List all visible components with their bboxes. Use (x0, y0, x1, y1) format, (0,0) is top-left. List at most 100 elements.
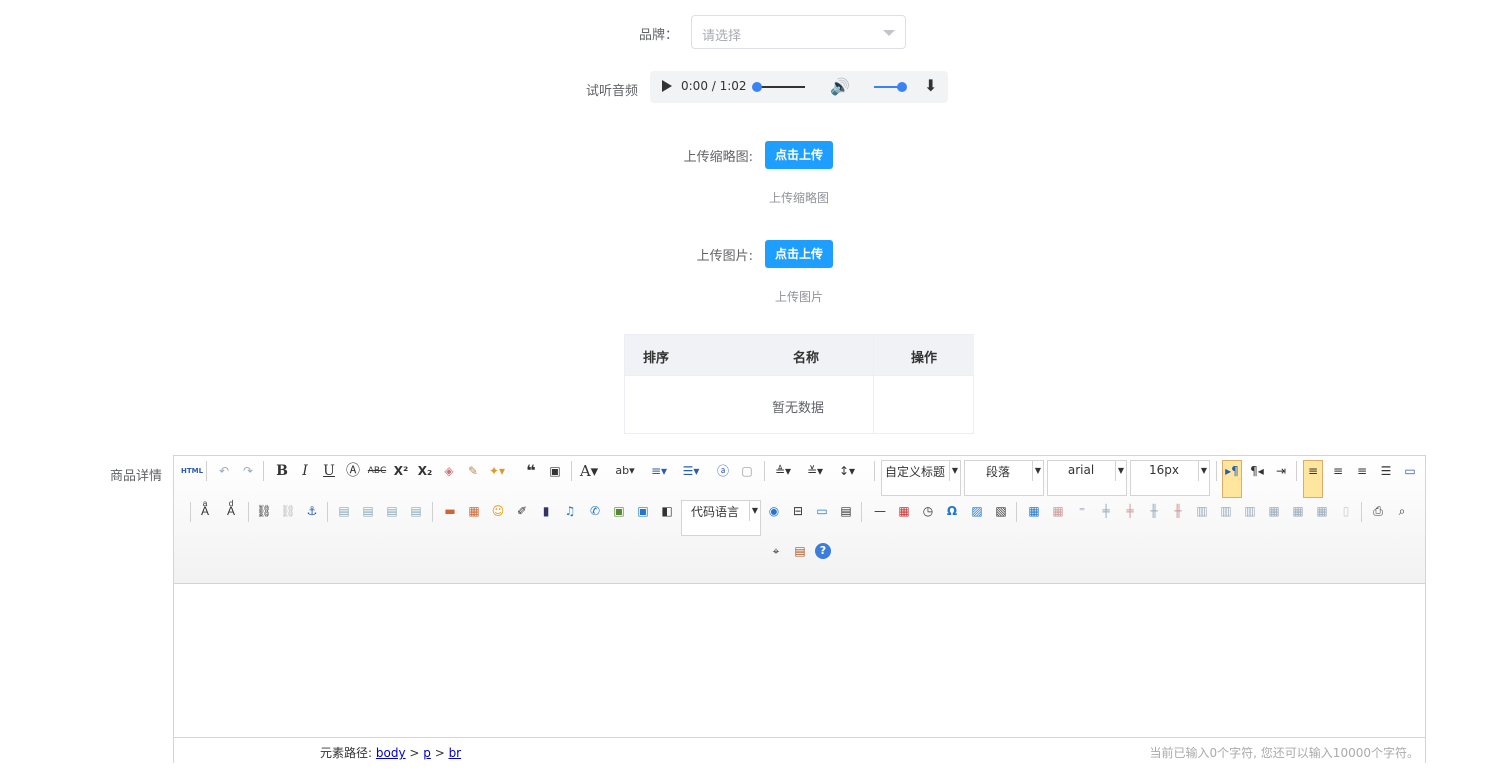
path-body-link[interactable]: body (376, 746, 406, 760)
align-center-icon[interactable]: ≡ (1328, 461, 1348, 481)
chevron-down-icon[interactable]: ▼ (749, 501, 760, 521)
merge-right-icon[interactable]: ▥ (1216, 501, 1236, 521)
upload-thumb-button[interactable]: 点击上传 (765, 141, 833, 169)
snapscreen-icon[interactable]: ▧ (991, 501, 1011, 521)
italic-icon[interactable]: I (295, 461, 315, 481)
page-break-icon[interactable]: ⊟ (788, 501, 808, 521)
split-to-cols-icon[interactable]: ▦ (1312, 501, 1332, 521)
eraser-icon[interactable]: ◈ (439, 461, 459, 481)
image-float-none-icon[interactable]: ▤ (334, 501, 354, 521)
delete-col-icon[interactable]: ╫ (1168, 501, 1188, 521)
char-spacing-up-icon[interactable]: Aͣ (195, 501, 215, 521)
chevron-down-icon[interactable]: ▼ (1032, 461, 1043, 481)
superscript-icon[interactable]: X² (391, 461, 411, 481)
select-all-icon[interactable]: ⓐ (713, 461, 733, 481)
insert-paragraph-before-table-icon[interactable]: ⁼ (1072, 501, 1092, 521)
clear-doc-icon[interactable]: ▢ (737, 461, 757, 481)
insert-frame-icon[interactable]: ◧ (657, 501, 677, 521)
underline-icon[interactable]: U (319, 461, 339, 481)
help-icon[interactable]: ? (815, 543, 831, 559)
line-height-icon[interactable]: ↕▾ (837, 461, 857, 481)
align-left-icon[interactable]: ≡ (1303, 460, 1323, 498)
volume-knob[interactable] (897, 82, 907, 92)
insert-col-icon[interactable]: ╫ (1144, 501, 1164, 521)
chevron-down-icon[interactable]: ▼ (1198, 461, 1209, 481)
audio-progress-slider[interactable] (752, 82, 805, 92)
scrawl-icon[interactable]: ✐ (512, 501, 532, 521)
image-center-icon[interactable]: ▤ (406, 501, 426, 521)
split-to-rows-icon[interactable]: ▦ (1288, 501, 1308, 521)
chevron-down-icon[interactable] (883, 30, 895, 36)
path-br-link[interactable]: br (449, 746, 462, 760)
download-icon[interactable]: ⬇ (924, 76, 937, 95)
web-app-icon[interactable]: ◉ (764, 501, 784, 521)
play-icon[interactable] (662, 80, 672, 92)
path-p-link[interactable]: p (423, 746, 431, 760)
align-justify-icon[interactable]: ☰ (1376, 461, 1396, 481)
rtl-icon[interactable]: ¶◂ (1247, 461, 1267, 481)
fullscreen-icon[interactable]: ▭ (1400, 461, 1420, 481)
ltr-icon[interactable]: ▸¶ (1222, 460, 1242, 498)
font-color-icon[interactable]: A▾ (579, 461, 599, 481)
split-to-cells-icon[interactable]: ▦ (1264, 501, 1284, 521)
paste-plain-icon[interactable]: ▣ (545, 461, 565, 481)
undo-icon[interactable]: ↶ (214, 461, 234, 481)
print-icon[interactable]: ⎙ (1368, 501, 1388, 521)
chevron-down-icon[interactable]: ▼ (1115, 461, 1126, 481)
simple-image-icon[interactable]: ▬ (440, 501, 460, 521)
redo-icon[interactable]: ↷ (238, 461, 258, 481)
emotion-icon[interactable]: ☺ (488, 501, 508, 521)
template-icon[interactable]: ▭ (812, 501, 832, 521)
unordered-list-icon[interactable]: ☰▾ (681, 461, 701, 481)
chart-icon[interactable]: ▯ (1336, 501, 1356, 521)
horizontal-line-icon[interactable]: — (870, 501, 890, 521)
unlink-icon[interactable]: ⛓ (278, 501, 298, 521)
align-right-icon[interactable]: ≡ (1352, 461, 1372, 481)
format-brush-icon[interactable]: ✎ (463, 461, 483, 481)
paragraph-select[interactable]: 段落 ▼ (964, 460, 1044, 496)
ordered-list-icon[interactable]: ≡▾ (649, 461, 669, 481)
quote-icon[interactable]: ❝ (521, 461, 541, 481)
time-icon[interactable]: ◷ (918, 501, 938, 521)
char-spacing-down-icon[interactable]: Aͩ (221, 501, 241, 521)
delete-table-icon[interactable]: ▦ (1048, 501, 1068, 521)
audio-player[interactable]: 0:00 / 1:02 🔊 ⬇ (650, 71, 948, 103)
merge-down-icon[interactable]: ▥ (1240, 501, 1260, 521)
special-chars-icon[interactable]: Ω (942, 501, 962, 521)
code-language-select[interactable]: 代码语言 ▼ (681, 500, 761, 536)
music-icon[interactable]: ♫ (560, 501, 580, 521)
subscript-icon[interactable]: X₂ (415, 461, 435, 481)
volume-icon[interactable]: 🔊 (830, 77, 850, 96)
progress-knob[interactable] (752, 82, 762, 92)
auto-format-icon[interactable]: ✦▾ (487, 461, 507, 481)
delete-row-icon[interactable]: ╪ (1120, 501, 1140, 521)
volume-slider[interactable] (874, 82, 907, 92)
row-spacing-top-icon[interactable]: ≜▾ (773, 461, 793, 481)
merge-cells-icon[interactable]: ▥ (1192, 501, 1212, 521)
draft-icon[interactable]: ▤ (790, 541, 810, 561)
html-icon[interactable]: HTML (181, 461, 203, 481)
indent-icon[interactable]: ⇥ (1271, 461, 1291, 481)
date-icon[interactable]: ▦ (894, 501, 914, 521)
image-float-left-icon[interactable]: ▤ (358, 501, 378, 521)
insert-table-icon[interactable]: ▦ (1024, 501, 1044, 521)
image-float-right-icon[interactable]: ▤ (382, 501, 402, 521)
font-family-select[interactable]: arial ▼ (1047, 460, 1127, 496)
link-icon[interactable]: ⛓ (254, 501, 274, 521)
strikethrough-icon[interactable]: ABC (367, 461, 387, 481)
heading-select[interactable]: 自定义标题 ▼ (881, 460, 961, 496)
anchor-icon[interactable]: ⚓ (302, 501, 322, 521)
background-icon[interactable]: ▤ (836, 501, 856, 521)
editor-content-area[interactable] (174, 584, 1425, 736)
search-replace-icon[interactable]: ⌖ (766, 541, 786, 561)
attachment-icon[interactable]: ✆ (585, 501, 605, 521)
gmap-icon[interactable]: ▣ (633, 501, 653, 521)
background-color-icon[interactable]: ab▾ (615, 461, 635, 481)
preview-icon[interactable]: ⌕ (1392, 501, 1412, 521)
upload-image-button[interactable]: 点击上传 (765, 240, 833, 268)
chevron-down-icon[interactable]: ▼ (949, 461, 960, 481)
map-icon[interactable]: ▣ (609, 501, 629, 521)
wordimage-icon[interactable]: ▨ (967, 501, 987, 521)
multi-image-icon[interactable]: ▦ (464, 501, 484, 521)
row-spacing-bottom-icon[interactable]: ≚▾ (805, 461, 825, 481)
